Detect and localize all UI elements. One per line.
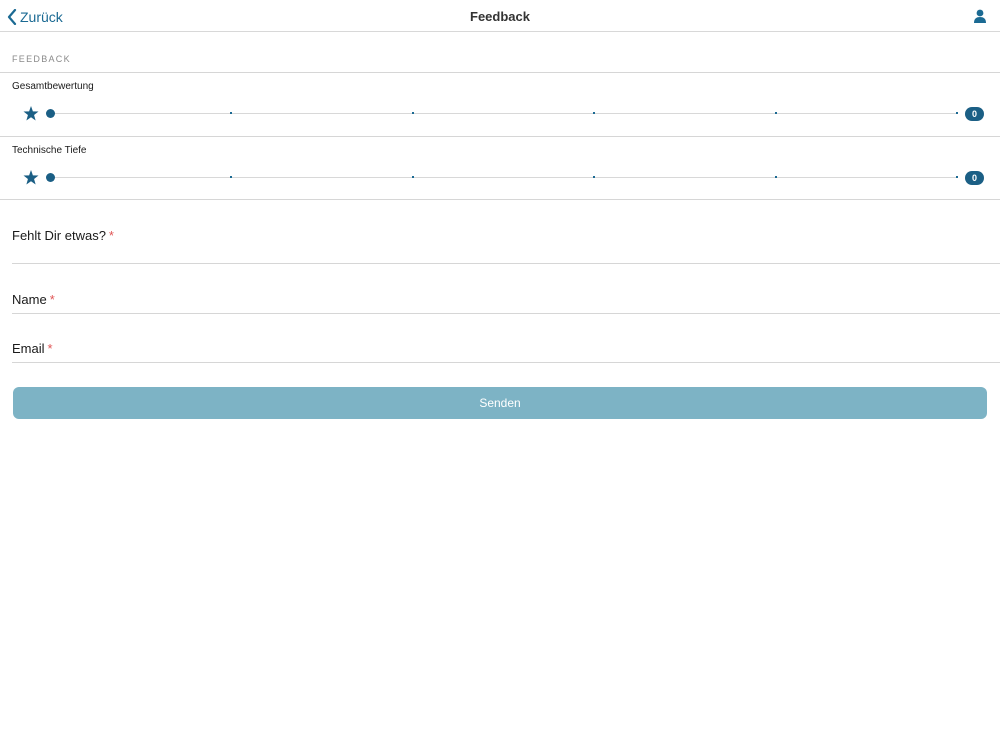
rating-value-badge: 0: [965, 171, 984, 185]
navigation-bar: Zurück Feedback: [0, 0, 1000, 32]
divider: [0, 72, 1000, 73]
divider: [12, 263, 1000, 264]
slider-tick: [593, 176, 596, 178]
email-input[interactable]: [12, 330, 1000, 370]
slider-tick: [774, 176, 777, 178]
star-icon: [23, 106, 39, 121]
star-icon: [23, 170, 39, 185]
slider-thumb[interactable]: [46, 109, 55, 118]
section-header: FEEDBACK: [12, 54, 71, 64]
missing-input[interactable]: [12, 222, 1000, 262]
slider-tick: [956, 112, 958, 114]
slider-tick: [956, 176, 958, 178]
page-title: Feedback: [470, 9, 530, 24]
rating-value-badge: 0: [965, 107, 984, 121]
rating-label-technische-tiefe: Technische Tiefe: [12, 145, 87, 156]
slider-tick: [230, 176, 233, 178]
name-input[interactable]: [12, 280, 1000, 320]
slider-tick: [411, 176, 414, 178]
slider-tick: [774, 112, 777, 114]
slider-tick: [593, 112, 596, 114]
divider: [12, 313, 1000, 314]
divider: [12, 362, 1000, 363]
rating-slider-gesamtbewertung[interactable]: [46, 109, 958, 118]
slider-thumb[interactable]: [46, 173, 55, 182]
divider: [0, 136, 1000, 137]
user-icon[interactable]: [973, 9, 987, 28]
send-button[interactable]: Senden: [13, 387, 987, 419]
divider: [0, 199, 1000, 200]
slider-tick: [230, 112, 233, 114]
slider-tick: [411, 112, 414, 114]
rating-label-gesamtbewertung: Gesamtbewertung: [12, 81, 94, 92]
rating-slider-technische-tiefe[interactable]: [46, 173, 958, 182]
